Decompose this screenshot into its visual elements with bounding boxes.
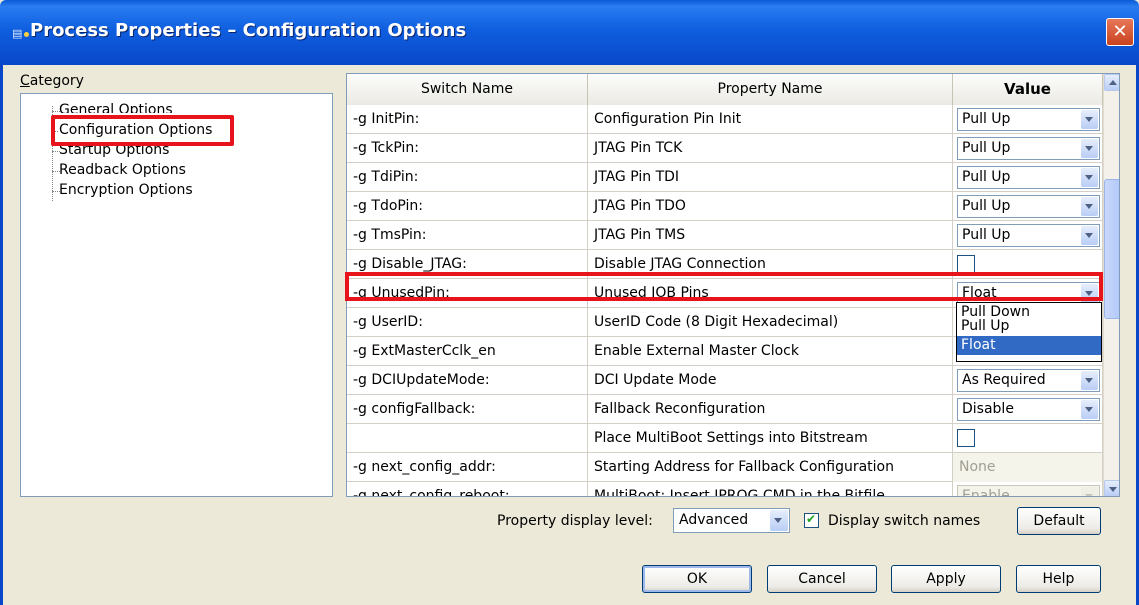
cancel-button[interactable]: Cancel	[767, 565, 877, 593]
chevron-down-icon[interactable]	[1081, 284, 1098, 303]
property-name-cell: JTAG Pin TCK	[588, 134, 953, 163]
table-row[interactable]: -g TdiPin: JTAG Pin TDI Pull Up	[347, 163, 1103, 192]
vertical-scrollbar[interactable]	[1103, 74, 1119, 496]
property-name-cell: Unused IOB Pins	[588, 279, 953, 308]
display-switch-names-checkbox[interactable]	[804, 512, 819, 528]
value-cell[interactable]: Enable	[953, 482, 1103, 496]
switch-name-cell: -g InitPin:	[347, 105, 588, 134]
table-row[interactable]: Place MultiBoot Settings into Bitstream	[347, 424, 1103, 453]
table-row[interactable]: -g DCIUpdateMode: DCI Update Mode As Requi…	[347, 366, 1103, 395]
value-checkbox[interactable]	[957, 255, 975, 273]
table-row[interactable]: -g TmsPin: JTAG Pin TMS Pull Up	[347, 221, 1103, 250]
chevron-down-icon[interactable]	[770, 510, 788, 531]
property-name-cell: Starting Address for Fallback Configurat…	[588, 453, 953, 482]
property-name-cell: Fallback Reconfiguration	[588, 395, 953, 424]
value-cell[interactable]: As Required	[953, 366, 1103, 395]
table-row[interactable]: -g next_config_addr: Starting Address for…	[347, 453, 1103, 482]
chevron-down-icon[interactable]	[1081, 400, 1098, 419]
header-switch-name[interactable]: Switch Name	[347, 74, 588, 105]
value-cell[interactable]: None	[953, 453, 1103, 482]
switch-name-cell: -g TmsPin:	[347, 221, 588, 250]
value-checkbox[interactable]	[957, 429, 975, 447]
switch-name-cell: -g configFallback:	[347, 395, 588, 424]
help-button[interactable]: Help	[1016, 565, 1101, 593]
property-name-cell: JTAG Pin TMS	[588, 221, 953, 250]
property-name-cell: JTAG Pin TDI	[588, 163, 953, 192]
property-name-cell: Configuration Pin Init	[588, 105, 953, 134]
scroll-down-button[interactable]	[1104, 480, 1119, 496]
table-row[interactable]: -g TdoPin: JTAG Pin TDO Pull Up	[347, 192, 1103, 221]
value-select[interactable]: Disable	[957, 398, 1100, 421]
switch-name-cell: -g Disable_JTAG:	[347, 250, 588, 279]
window-title: Process Properties – Configuration Optio…	[30, 20, 467, 41]
switch-name-cell: -g TckPin:	[347, 134, 588, 163]
chevron-down-icon[interactable]	[1081, 139, 1098, 158]
table-row[interactable]: -g InitPin: Configuration Pin Init Pull Up	[347, 105, 1103, 134]
value-select[interactable]: Pull Up	[957, 195, 1100, 218]
property-display-level-label: Property display level:	[497, 513, 653, 529]
scroll-up-button[interactable]	[1104, 74, 1119, 91]
tree-item-readback-options[interactable]: Readback Options	[59, 161, 186, 179]
category-label: Category	[20, 73, 84, 89]
value-select[interactable]: Pull Up	[957, 166, 1100, 189]
switch-name-cell	[347, 424, 588, 453]
chevron-down-icon[interactable]	[1081, 197, 1098, 216]
property-name-cell: UserID Code (8 Digit Hexadecimal)	[588, 308, 953, 337]
value-cell[interactable]	[953, 424, 1103, 453]
category-tree[interactable]: General Options Configuration Options St…	[20, 93, 333, 497]
value-select[interactable]: Pull Up	[957, 137, 1100, 160]
property-display-level-select[interactable]: Advanced	[673, 508, 790, 533]
display-switch-names-label[interactable]: Display switch names	[828, 513, 980, 529]
chevron-down-icon[interactable]	[1081, 226, 1098, 245]
property-name-cell: JTAG Pin TDO	[588, 192, 953, 221]
tree-item-general-options[interactable]: General Options	[59, 101, 173, 113]
property-grid[interactable]: Switch Name Property Name Value -g InitP…	[346, 73, 1120, 497]
tree-item-encryption-options[interactable]: Encryption Options	[59, 181, 193, 199]
value-select[interactable]: Enable	[957, 485, 1100, 496]
switch-name-cell: -g TdoPin:	[347, 192, 588, 221]
header-property-name[interactable]: Property Name	[588, 74, 953, 105]
switch-name-cell: -g next_config_reboot:	[347, 482, 588, 496]
dropdown-option-selected[interactable]: Float	[957, 336, 1101, 355]
header-value[interactable]: Value	[953, 74, 1103, 105]
chevron-down-icon[interactable]	[1081, 110, 1098, 129]
close-button[interactable]: ✕	[1106, 18, 1134, 46]
value-cell[interactable]: Pull Up	[953, 192, 1103, 221]
property-name-cell: Disable JTAG Connection	[588, 250, 953, 279]
table-row[interactable]: -g Disable_JTAG: Disable JTAG Connection	[347, 250, 1103, 279]
ok-button[interactable]: OK	[642, 565, 752, 593]
title-bar: ▤ Process Properties – Configuration Opt…	[0, 0, 1139, 65]
apply-button[interactable]: Apply	[891, 565, 1001, 593]
switch-name-cell: -g UserID:	[347, 308, 588, 337]
table-row[interactable]: -g configFallback: Fallback Reconfigurati…	[347, 395, 1103, 424]
chevron-down-icon[interactable]	[1081, 487, 1098, 496]
property-name-cell: Place MultiBoot Settings into Bitstream	[588, 424, 953, 453]
value-cell[interactable]	[953, 250, 1103, 279]
value-select[interactable]: Pull Up	[957, 108, 1100, 131]
switch-name-cell: -g DCIUpdateMode:	[347, 366, 588, 395]
unused-pin-dropdown-list[interactable]: Pull Down Pull Up Float	[956, 302, 1102, 362]
value-cell[interactable]: Disable	[953, 395, 1103, 424]
chevron-down-icon[interactable]	[1081, 168, 1098, 187]
value-cell[interactable]: Pull Up	[953, 163, 1103, 192]
scroll-thumb[interactable]	[1104, 179, 1119, 319]
highlight-box-category	[51, 115, 234, 146]
value-cell[interactable]: Pull Up	[953, 221, 1103, 250]
table-row[interactable]: -g TckPin: JTAG Pin TCK Pull Up	[347, 134, 1103, 163]
grid-header: Switch Name Property Name Value	[347, 74, 1119, 105]
switch-name-cell: -g UnusedPin:	[347, 279, 588, 308]
switch-name-cell: -g TdiPin:	[347, 163, 588, 192]
value-select[interactable]: As Required	[957, 369, 1100, 392]
table-row[interactable]: -g next_config_reboot: MultiBoot: Insert …	[347, 482, 1103, 496]
property-name-cell: MultiBoot: Insert IPROG CMD in the Bitfi…	[588, 482, 953, 496]
default-button[interactable]: Default	[1017, 507, 1101, 535]
value-cell[interactable]: Pull Up	[953, 105, 1103, 134]
value-select[interactable]: Pull Up	[957, 224, 1100, 247]
value-cell[interactable]: Pull Up	[953, 134, 1103, 163]
switch-name-cell: -g ExtMasterCclk_en	[347, 337, 588, 366]
property-name-cell: Enable External Master Clock	[588, 337, 953, 366]
property-name-cell: DCI Update Mode	[588, 366, 953, 395]
chevron-down-icon[interactable]	[1081, 371, 1098, 390]
switch-name-cell: -g next_config_addr:	[347, 453, 588, 482]
